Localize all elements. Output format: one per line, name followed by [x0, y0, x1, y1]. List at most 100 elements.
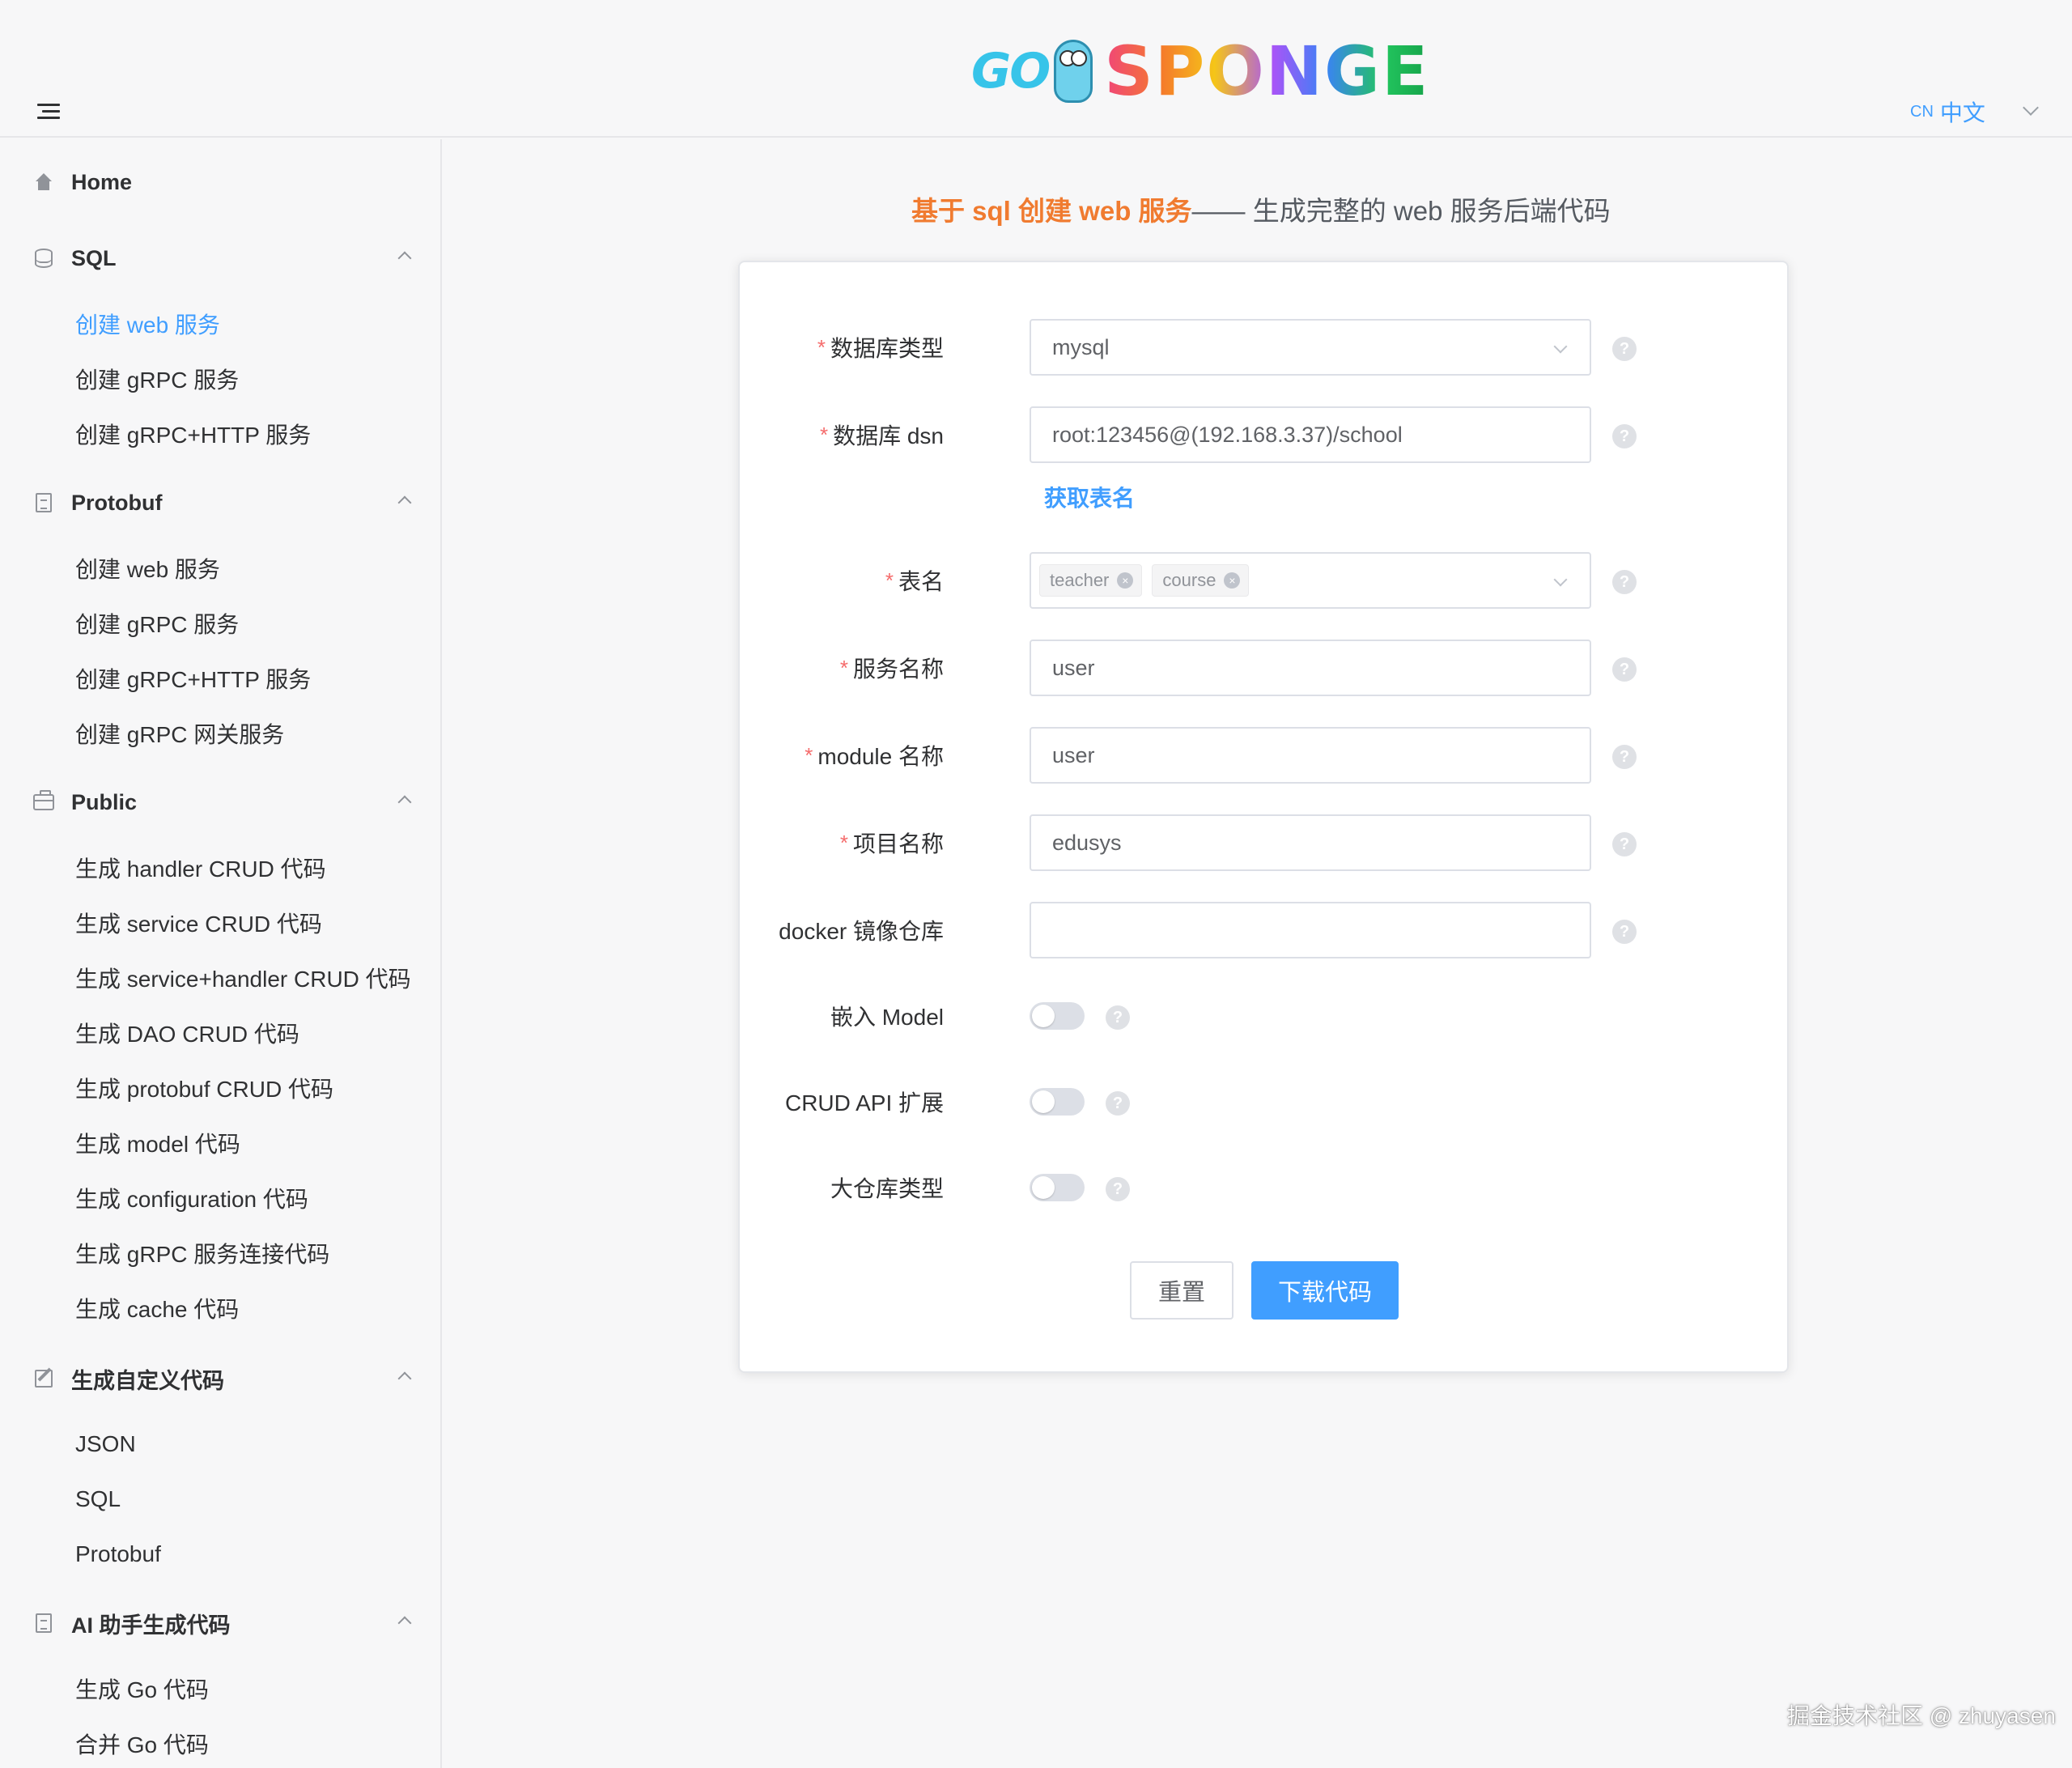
- db-type-select[interactable]: mysql: [1030, 319, 1591, 376]
- reset-button[interactable]: 重置: [1130, 1261, 1233, 1320]
- briefcase-icon: [32, 790, 55, 814]
- sidebar-item-public-dao-crud[interactable]: 生成 DAO CRUD 代码: [0, 1009, 440, 1057]
- sidebar-group-label: SQL: [71, 245, 117, 270]
- help-icon[interactable]: ?: [1612, 745, 1637, 769]
- form-row-embed-model: 嵌入 Model ?: [740, 988, 1790, 1044]
- logo-go-text: GO: [971, 43, 1051, 100]
- sidebar-item-label: 创建 gRPC 服务: [75, 612, 240, 637]
- embed-model-switch[interactable]: [1030, 1002, 1085, 1030]
- sidebar-item-label: 创建 web 服务: [75, 557, 220, 582]
- service-name-label: * 服务名称: [840, 640, 944, 696]
- form-card: * 数据库类型 mysql ? * 数据库 dsn ? 获取表名 * 表名 te…: [738, 261, 1789, 1373]
- mono-repo-label: 大仓库类型: [830, 1159, 944, 1216]
- table-tag: course ×: [1152, 564, 1250, 597]
- tables-label-text: 表名: [898, 569, 944, 594]
- sidebar-item-custom-sql[interactable]: SQL: [0, 1475, 440, 1524]
- module-name-label-text: module 名称: [817, 744, 944, 769]
- sidebar-item-label: 生成 service CRUD 代码: [75, 912, 322, 937]
- close-icon[interactable]: ×: [1117, 572, 1134, 589]
- db-type-value: mysql: [1052, 334, 1110, 359]
- db-dsn-label-text: 数据库 dsn: [833, 423, 944, 448]
- sidebar-item-public-grpc-connection[interactable]: 生成 gRPC 服务连接代码: [0, 1229, 440, 1277]
- form-row-docker-repo: docker 镜像仓库 ?: [740, 902, 1790, 958]
- project-name-label-text: 项目名称: [852, 831, 944, 856]
- sidebar-item-ai-generate-go[interactable]: 生成 Go 代码: [0, 1664, 440, 1713]
- sidebar-item-sql-create-web[interactable]: 创建 web 服务: [0, 300, 440, 348]
- sidebar-item-pb-create-grpc-http[interactable]: 创建 gRPC+HTTP 服务: [0, 654, 440, 703]
- form-row-db-type: * 数据库类型 mysql ?: [740, 319, 1790, 376]
- project-name-label: * 项目名称: [840, 814, 944, 871]
- language-label: 中文: [1939, 100, 1985, 125]
- required-mark: *: [839, 655, 848, 680]
- sidebar-group-ai[interactable]: AI 助手生成代码: [0, 1595, 440, 1651]
- project-name-input[interactable]: [1030, 814, 1591, 871]
- form-row-project-name: * 项目名称 ?: [740, 814, 1790, 871]
- sidebar-group-sql[interactable]: SQL: [0, 230, 440, 287]
- required-mark: *: [805, 742, 813, 767]
- sidebar-item-label: 生成 Go 代码: [75, 1677, 209, 1702]
- sidebar-item-public-protobuf-crud[interactable]: 生成 protobuf CRUD 代码: [0, 1064, 440, 1112]
- page-title: 基于 sql 创建 web 服务 —— 生成完整的 web 服务后端代码: [911, 188, 1611, 230]
- sidebar-item-public-service-handler-crud[interactable]: 生成 service+handler CRUD 代码: [0, 954, 440, 1002]
- sidebar: Home SQL 创建 web 服务 创建 gRPC 服务 创建 gRPC+HT…: [0, 139, 442, 1768]
- help-icon[interactable]: ?: [1612, 657, 1637, 682]
- crud-api-ext-label: CRUD API 扩展: [785, 1073, 944, 1130]
- sidebar-group-label: Public: [71, 789, 138, 814]
- db-type-label: * 数据库类型: [817, 319, 944, 376]
- help-icon[interactable]: ?: [1612, 424, 1637, 448]
- form-row-service-name: * 服务名称 ?: [740, 640, 1790, 696]
- chevron-up-icon: [397, 795, 412, 810]
- sidebar-item-public-handler-crud[interactable]: 生成 handler CRUD 代码: [0, 844, 440, 892]
- help-icon[interactable]: ?: [1612, 920, 1637, 944]
- db-dsn-input[interactable]: [1030, 406, 1591, 463]
- module-name-input[interactable]: [1030, 727, 1591, 784]
- sidebar-item-pb-create-grpc[interactable]: 创建 gRPC 服务: [0, 599, 440, 648]
- sidebar-item-label: 生成 model 代码: [75, 1132, 240, 1157]
- sidebar-item-home[interactable]: Home: [0, 154, 440, 210]
- sidebar-group-public[interactable]: Public: [0, 774, 440, 831]
- help-icon[interactable]: ?: [1612, 337, 1637, 361]
- docker-repo-input[interactable]: [1030, 902, 1591, 958]
- help-icon[interactable]: ?: [1106, 1177, 1130, 1201]
- service-name-label-text: 服务名称: [852, 657, 944, 682]
- help-icon[interactable]: ?: [1612, 570, 1637, 594]
- sidebar-group-custom-code[interactable]: 生成自定义代码: [0, 1350, 440, 1407]
- help-icon[interactable]: ?: [1106, 1005, 1130, 1030]
- sidebar-item-public-service-crud[interactable]: 生成 service CRUD 代码: [0, 899, 440, 947]
- get-table-names-link[interactable]: 获取表名: [1044, 481, 1135, 513]
- tables-multiselect[interactable]: teacher × course ×: [1030, 552, 1591, 609]
- download-code-button[interactable]: 下载代码: [1251, 1261, 1399, 1320]
- close-icon[interactable]: ×: [1224, 572, 1241, 589]
- service-name-input[interactable]: [1030, 640, 1591, 696]
- sidebar-item-public-model[interactable]: 生成 model 代码: [0, 1119, 440, 1167]
- db-dsn-label: * 数据库 dsn: [820, 406, 944, 463]
- logo-sponge-text: SPONGE: [1104, 32, 1430, 111]
- sidebar-item-label: 创建 gRPC+HTTP 服务: [75, 667, 312, 692]
- chevron-up-icon: [397, 251, 412, 266]
- help-icon[interactable]: ?: [1106, 1091, 1130, 1116]
- sidebar-item-custom-protobuf[interactable]: Protobuf: [0, 1530, 440, 1579]
- sidebar-item-pb-create-web[interactable]: 创建 web 服务: [0, 544, 440, 593]
- sidebar-item-custom-json[interactable]: JSON: [0, 1420, 440, 1468]
- sidebar-item-sql-create-grpc-http[interactable]: 创建 gRPC+HTTP 服务: [0, 410, 440, 458]
- sidebar-item-pb-create-grpc-gateway[interactable]: 创建 gRPC 网关服务: [0, 709, 440, 758]
- chevron-down-icon[interactable]: [2023, 100, 2039, 116]
- language-selector[interactable]: CN 中文: [1910, 96, 1985, 128]
- sidebar-group-protobuf[interactable]: Protobuf: [0, 474, 440, 531]
- required-mark: *: [819, 422, 829, 447]
- help-icon[interactable]: ?: [1612, 832, 1637, 856]
- crud-api-ext-switch[interactable]: [1030, 1088, 1085, 1116]
- table-tag-label: teacher: [1050, 570, 1110, 590]
- sidebar-item-public-configuration[interactable]: 生成 configuration 代码: [0, 1174, 440, 1222]
- sidebar-item-public-cache[interactable]: 生成 cache 代码: [0, 1284, 440, 1332]
- top-header: GO SPONGE CN 中文: [0, 0, 2072, 138]
- chevron-up-icon: [397, 495, 412, 510]
- mono-repo-label-text: 大仓库类型: [830, 1176, 944, 1201]
- mono-repo-switch[interactable]: [1030, 1174, 1085, 1201]
- sidebar-item-label: 创建 gRPC+HTTP 服务: [75, 423, 312, 448]
- menu-toggle-icon[interactable]: [37, 104, 60, 121]
- sidebar-item-ai-merge-go[interactable]: 合并 Go 代码: [0, 1719, 440, 1768]
- table-tag: teacher ×: [1039, 564, 1143, 597]
- required-mark: *: [817, 334, 826, 359]
- sidebar-item-sql-create-grpc[interactable]: 创建 gRPC 服务: [0, 355, 440, 403]
